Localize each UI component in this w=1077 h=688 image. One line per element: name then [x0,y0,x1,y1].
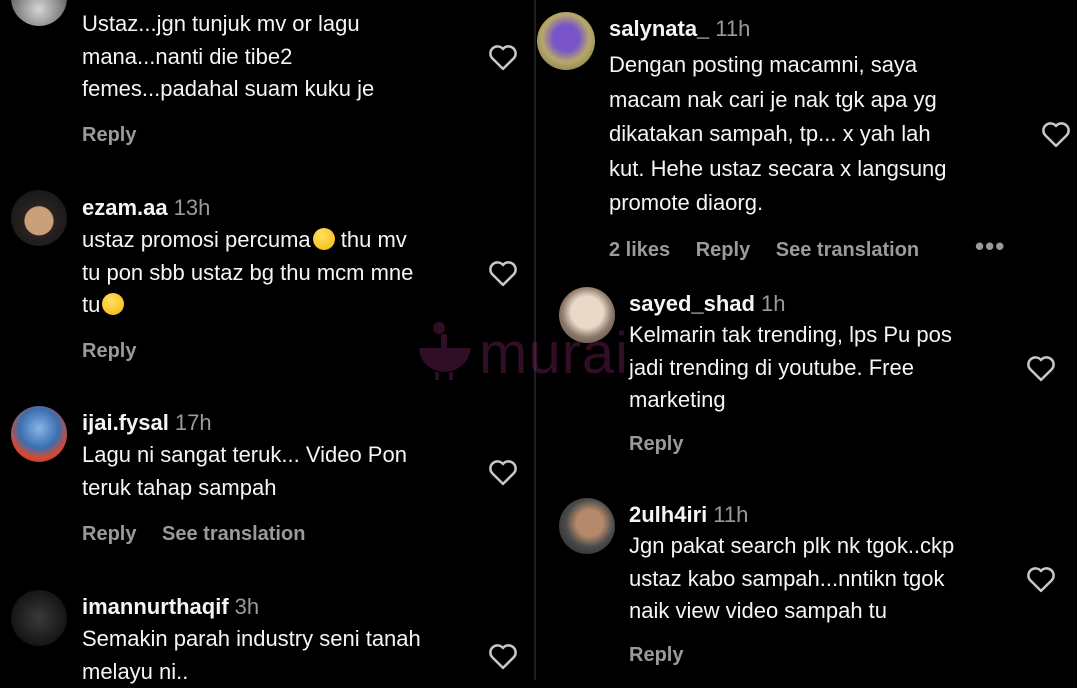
comment-text: Semakin parah industry seni tanah melayu… [82,626,421,684]
username[interactable]: sayed_shad [629,291,755,316]
comment-actions: Reply [82,124,156,147]
comment-header: ijai.fysal 17h [82,410,212,436]
avatar[interactable] [11,590,67,646]
username[interactable]: 2ulh4iri [629,502,707,527]
bird-logo-icon [419,322,471,380]
reply-button[interactable]: Reply [629,433,683,455]
timestamp: 1h [760,291,786,316]
heart-outline-icon[interactable] [488,43,518,71]
timestamp: 11h [715,16,751,41]
heart-outline-icon[interactable] [1026,565,1056,593]
comment-actions: Reply [629,433,703,456]
username[interactable]: ijai.fysal [82,410,169,435]
comment-text: ustaz promosi percuma thu mv tu pon sbb … [82,227,414,317]
heart-outline-icon[interactable] [488,458,518,486]
reply-button[interactable]: Reply [82,124,136,146]
rofl-emoji-icon [312,228,335,250]
comment-header: imannurthaqif 3h [82,594,259,620]
avatar[interactable] [11,0,67,26]
username[interactable]: imannurthaqif [82,594,229,619]
avatar[interactable] [537,12,595,70]
comment-text: Dengan posting macamni, saya macam nak c… [609,52,947,215]
username[interactable]: salynata_ [609,16,709,41]
watermark-logo: murai [415,318,628,386]
like-count[interactable]: 2 likes [609,239,670,261]
comment-header: ezam.aa 13h [82,195,210,221]
reply-button[interactable]: Reply [629,644,683,666]
comment-header: 2ulh4iri 11h [629,502,748,528]
avatar[interactable] [11,406,67,462]
timestamp: 11h [713,502,749,527]
see-translation-button[interactable]: See translation [162,523,305,545]
see-translation-button[interactable]: See translation [776,239,919,261]
avatar[interactable] [11,190,67,246]
username[interactable]: ezam.aa [82,195,168,220]
timestamp: 13h [173,195,211,220]
comment-text: Lagu ni sangat teruk... Video Pon teruk … [82,442,407,500]
heart-outline-icon[interactable] [1041,120,1071,148]
comment-text: Ustaz...jgn tunjuk mv or lagu mana...nan… [82,11,375,101]
avatar[interactable] [559,498,615,554]
reply-button[interactable]: Reply [82,523,136,545]
heart-outline-icon[interactable] [488,259,518,287]
reply-button[interactable]: Reply [696,239,750,261]
reply-button[interactable]: Reply [82,340,136,362]
timestamp: 17h [174,410,212,435]
column-divider [534,0,536,680]
comment-actions: Reply See translation [82,523,325,546]
avatar[interactable] [559,287,615,343]
comment-actions: Reply [82,340,156,363]
comment-header: salynata_ 11h [609,16,750,42]
more-dots-icon[interactable]: ••• [975,231,1005,262]
comment-header: sayed_shad 1h [629,291,785,317]
comment-text: Jgn pakat search plk nk tgok..ckp ustaz … [629,533,955,623]
heart-outline-icon[interactable] [1026,354,1056,382]
smiling-emoji-icon [102,293,125,315]
timestamp: 3h [234,594,260,619]
comment-text: Kelmarin tak trending, lps Pu pos jadi t… [629,322,952,412]
comment-actions: Reply [629,644,703,667]
heart-outline-icon[interactable] [488,642,518,670]
comment-actions: 2 likes Reply See translation [609,239,939,262]
